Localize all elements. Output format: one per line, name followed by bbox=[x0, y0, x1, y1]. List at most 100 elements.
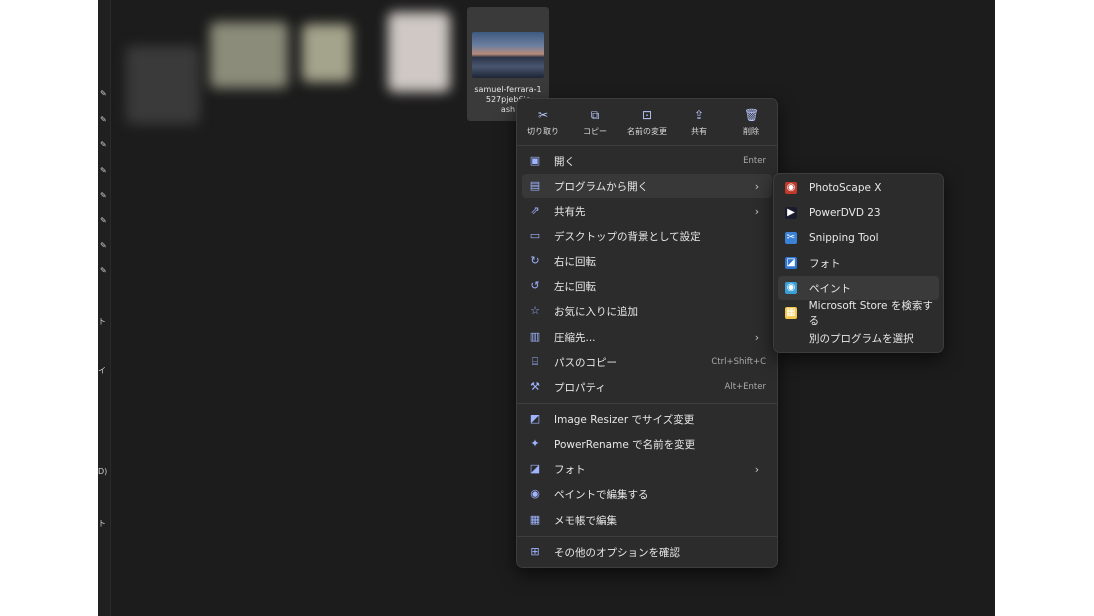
submenu-item-label: Snipping Tool bbox=[809, 232, 879, 244]
menu-divider bbox=[517, 536, 777, 537]
menu-item-image-resizer[interactable]: ◩ Image Resizer でサイズ変更 bbox=[522, 407, 772, 431]
snipping-tool-icon: ✂ bbox=[785, 232, 797, 244]
submenu-item-store[interactable]: ▦ Microsoft Store を検索する bbox=[778, 300, 939, 327]
submenu-item-photos[interactable]: ◪ フォト bbox=[778, 251, 939, 275]
nav-label-fragment[interactable]: ト bbox=[98, 518, 106, 529]
chevron-right-icon: › bbox=[754, 330, 760, 344]
menu-item-label: 共有先 bbox=[554, 205, 586, 218]
pin-icon[interactable]: ✎ bbox=[100, 116, 108, 124]
quick-action-label: コピー bbox=[583, 127, 607, 136]
quick-action-bar: ✂ 切り取り ⧉ コピー ⊡ 名前の変更 ⇪ 共有 🗑 削除 bbox=[517, 99, 777, 143]
menu-item-open-with[interactable]: ▤ プログラムから開く › bbox=[522, 174, 772, 198]
submenu-item-label: PhotoScape X bbox=[809, 182, 882, 194]
menu-item-powerrename[interactable]: ✦ PowerRename で名前を変更 bbox=[522, 432, 772, 456]
menu-item-share-to[interactable]: ⇗ 共有先 › bbox=[522, 199, 772, 223]
pin-icon[interactable]: ✎ bbox=[100, 192, 108, 200]
more-options-icon: ⊞ bbox=[530, 545, 540, 558]
quick-action-label: 切り取り bbox=[527, 127, 559, 136]
blurred-file-thumbnail[interactable] bbox=[210, 22, 288, 88]
submenu-item-paint[interactable]: ◉ ペイント bbox=[778, 276, 939, 300]
submenu-item-label: 別のプログラムを選択 bbox=[809, 332, 914, 345]
pin-icon[interactable]: ✎ bbox=[100, 267, 108, 275]
menu-item-label: パスのコピー bbox=[554, 356, 617, 369]
share-button[interactable]: ⇪ 共有 bbox=[673, 99, 725, 143]
menu-item-label: 圧縮先... bbox=[554, 331, 596, 344]
submenu-item-label: Microsoft Store を検索する bbox=[808, 300, 933, 327]
menu-item-open[interactable]: ▣ 開く Enter bbox=[522, 149, 772, 173]
submenu-item-label: ペイント bbox=[809, 282, 851, 295]
blurred-file-thumbnail[interactable] bbox=[388, 12, 450, 92]
submenu-item-snipping-tool[interactable]: ✂ Snipping Tool bbox=[778, 226, 939, 250]
menu-item-rotate-right[interactable]: ↻ 右に回転 bbox=[522, 249, 772, 273]
menu-item-rotate-left[interactable]: ↺ 左に回転 bbox=[522, 274, 772, 298]
share-to-icon: ⇗ bbox=[530, 204, 540, 217]
submenu-item-photoscape[interactable]: ◉ PhotoScape X bbox=[778, 176, 939, 200]
menu-item-label: フォト bbox=[554, 463, 586, 476]
navigation-pane-edge: ✎ ✎ ✎ ✎ ✎ ✎ ✎ ✎ ト イ D) ト bbox=[98, 0, 111, 616]
paint-icon: ◉ bbox=[530, 487, 540, 500]
menu-item-label: メモ帳で編集 bbox=[554, 514, 617, 527]
chevron-right-icon: › bbox=[754, 462, 760, 476]
menu-item-copy-path[interactable]: ⌸ パスのコピー Ctrl+Shift+C bbox=[522, 350, 772, 374]
nav-label-fragment[interactable]: ト bbox=[98, 316, 106, 327]
menu-item-more-options[interactable]: ⊞ その他のオプションを確認 bbox=[522, 540, 772, 564]
pin-icon[interactable]: ✎ bbox=[100, 242, 108, 250]
photoscape-icon: ◉ bbox=[785, 182, 797, 194]
menu-item-zip[interactable]: ▥ 圧縮先... › bbox=[522, 325, 772, 349]
menu-item-label: 左に回転 bbox=[554, 280, 596, 293]
menu-item-notepad[interactable]: ▦ メモ帳で編集 bbox=[522, 508, 772, 532]
star-icon: ☆ bbox=[530, 304, 540, 317]
photos-icon: ◪ bbox=[785, 257, 797, 269]
notepad-icon: ▦ bbox=[529, 513, 541, 526]
image-resizer-icon: ◩ bbox=[529, 412, 541, 425]
menu-item-label: お気に入りに追加 bbox=[554, 305, 638, 318]
submenu-item-choose-another-app[interactable]: 別のプログラムを選択 bbox=[778, 326, 939, 350]
chevron-right-icon: › bbox=[754, 204, 760, 218]
rotate-left-icon: ↺ bbox=[530, 279, 540, 292]
trash-button[interactable]: 🗑 削除 bbox=[725, 99, 777, 143]
chevron-right-icon: › bbox=[754, 179, 760, 193]
menu-item-wrench[interactable]: ⚒ プロパティ Alt+Enter bbox=[522, 375, 772, 399]
open-with-icon: ▤ bbox=[529, 179, 541, 192]
pin-icon[interactable]: ✎ bbox=[100, 90, 108, 98]
desktop-background-icon: ▭ bbox=[529, 229, 541, 242]
blurred-file-thumbnail[interactable] bbox=[126, 46, 200, 124]
pin-icon[interactable]: ✎ bbox=[100, 167, 108, 175]
menu-item-desktop-background[interactable]: ▭ デスクトップの背景として設定 bbox=[522, 224, 772, 248]
image-thumbnail bbox=[472, 32, 544, 78]
wrench-icon: ⚒ bbox=[530, 380, 540, 393]
menu-item-star[interactable]: ☆ お気に入りに追加 bbox=[522, 299, 772, 323]
shortcut-hint: Alt+Enter bbox=[724, 382, 766, 392]
shortcut-hint: Ctrl+Shift+C bbox=[711, 357, 766, 367]
submenu-item-powerdvd[interactable]: ▶ PowerDVD 23 bbox=[778, 201, 939, 225]
quick-action-label: 削除 bbox=[743, 127, 759, 136]
nav-label-fragment[interactable]: イ bbox=[98, 365, 106, 376]
rename-icon: ⊡ bbox=[641, 108, 653, 122]
menu-item-label: プログラムから開く bbox=[554, 180, 649, 193]
quick-action-label: 名前の変更 bbox=[627, 127, 667, 136]
menu-item-label: ペイントで編集する bbox=[554, 488, 649, 501]
menu-divider bbox=[517, 403, 777, 404]
menu-item-label: プロパティ bbox=[554, 381, 606, 394]
menu-item-paint[interactable]: ◉ ペイントで編集する bbox=[522, 482, 772, 506]
scissors-button[interactable]: ✂ 切り取り bbox=[517, 99, 569, 143]
blank-icon bbox=[785, 332, 797, 344]
submenu-item-label: PowerDVD 23 bbox=[809, 207, 881, 219]
rotate-right-icon: ↻ bbox=[530, 254, 540, 267]
nav-label-fragment[interactable]: D) bbox=[98, 467, 107, 476]
pin-icon[interactable]: ✎ bbox=[100, 141, 108, 149]
shortcut-hint: Enter bbox=[743, 156, 766, 166]
menu-item-label: Image Resizer でサイズ変更 bbox=[554, 413, 695, 426]
menu-item-label: 開く bbox=[554, 155, 575, 168]
zip-icon: ▥ bbox=[529, 330, 541, 343]
copy-button[interactable]: ⧉ コピー bbox=[569, 99, 621, 143]
scissors-icon: ✂ bbox=[537, 108, 549, 122]
blurred-file-thumbnail[interactable] bbox=[302, 24, 352, 82]
rename-button[interactable]: ⊡ 名前の変更 bbox=[621, 99, 673, 143]
menu-item-label: その他のオプションを確認 bbox=[554, 546, 680, 559]
menu-item-photos[interactable]: ◪ フォト › bbox=[522, 457, 772, 481]
photos-icon: ◪ bbox=[529, 462, 541, 475]
menu-item-label: 右に回転 bbox=[554, 255, 596, 268]
menu-item-label: デスクトップの背景として設定 bbox=[554, 230, 701, 243]
pin-icon[interactable]: ✎ bbox=[100, 217, 108, 225]
